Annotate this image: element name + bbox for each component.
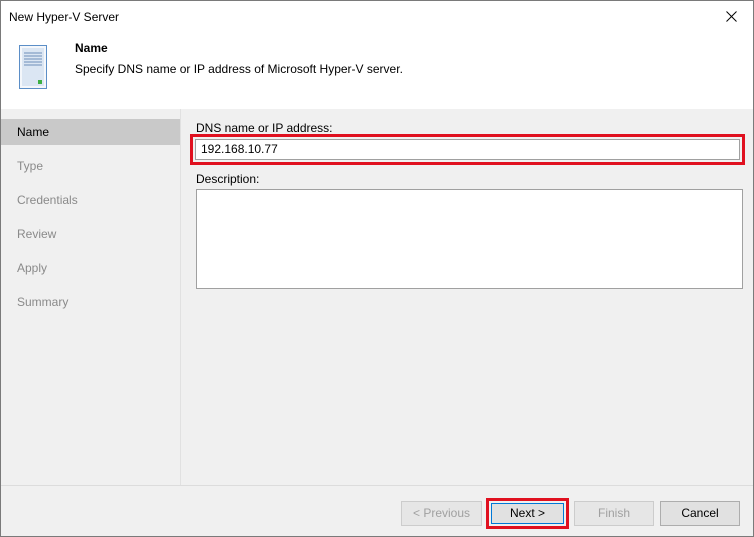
close-icon (725, 11, 737, 22)
dns-input[interactable]: 192.168.10.77 (195, 139, 740, 160)
step-apply: Apply (17, 261, 48, 275)
page-subtitle: Specify DNS name or IP address of Micros… (75, 62, 403, 76)
next-button[interactable]: Next > (491, 503, 564, 524)
wizard-header: Name Specify DNS name or IP address of M… (1, 32, 753, 109)
step-name[interactable]: Name (1, 119, 180, 145)
wizard-footer: < Previous Next > Finish Cancel (1, 485, 753, 536)
description-textarea[interactable] (196, 189, 743, 289)
description-label: Description: (196, 172, 260, 186)
page-title: Name (75, 41, 108, 55)
server-icon (19, 45, 47, 89)
previous-button[interactable]: < Previous (401, 501, 482, 526)
next-highlight-box: Next > (486, 498, 569, 529)
wizard-content: DNS name or IP address: 192.168.10.77 De… (182, 109, 753, 485)
step-summary: Summary (17, 295, 69, 309)
wizard-window: New Hyper-V Server Name Specify DNS name… (0, 0, 754, 537)
step-credentials: Credentials (17, 193, 78, 207)
title-bar: New Hyper-V Server (1, 1, 753, 32)
dns-highlight-box: 192.168.10.77 (190, 134, 745, 165)
dns-label: DNS name or IP address: (196, 121, 333, 135)
close-button[interactable] (709, 1, 753, 32)
step-review: Review (17, 227, 57, 241)
finish-button[interactable]: Finish (574, 501, 654, 526)
step-type: Type (17, 159, 44, 173)
window-title: New Hyper-V Server (9, 10, 120, 24)
wizard-steps: Name Type Credentials Review Apply Summa… (1, 109, 181, 485)
cancel-button[interactable]: Cancel (660, 501, 740, 526)
